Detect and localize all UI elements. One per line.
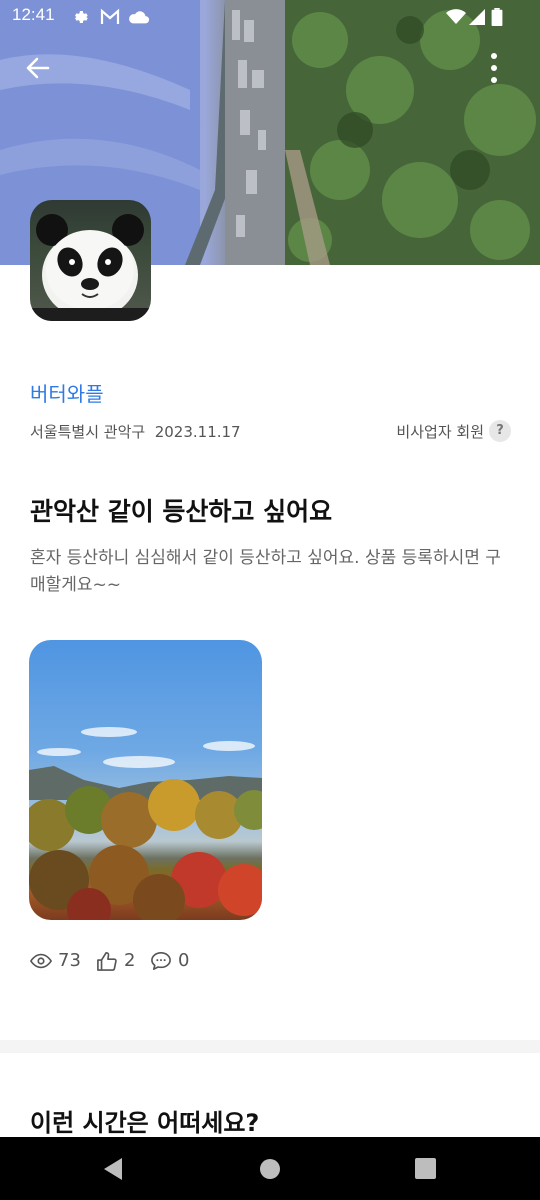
gmail-icon [100,8,120,24]
member-type: 비사업자 회원 [396,423,484,441]
cloud-icon [129,11,150,24]
nav-recents-icon[interactable] [415,1158,436,1179]
author-nickname[interactable]: 버터와플 [30,378,104,407]
views-count: 73 [58,950,81,971]
section-divider [0,1040,540,1053]
status-time: 12:41 [12,5,55,24]
likes-stat[interactable]: 2 [96,950,135,971]
more-vertical-icon [491,53,497,83]
post-body: 혼자 등산하니 심심해서 같이 등산하고 싶어요. 상품 등록하시면 구매할게요… [30,548,501,595]
post-title: 관악산 같이 등산하고 싶어요 [30,497,333,526]
settings-gear-icon [75,11,88,23]
eye-icon [30,953,52,968]
nav-home-icon[interactable] [259,1158,281,1180]
post-photo-art [29,727,262,920]
cell-signal-icon [469,9,485,25]
comments-count: 0 [178,950,190,971]
post-date: 2023.11.17 [154,423,241,441]
system-navigation-bar [0,1137,540,1200]
nav-back-icon[interactable] [102,1157,124,1181]
status-bar: 12:41 [0,0,540,34]
post-location: 서울특별시 관악구 [30,423,146,441]
battery-icon [491,8,503,26]
post-photo[interactable] [29,640,262,920]
profile-avatar[interactable] [30,200,151,321]
arrow-left-icon [26,57,50,79]
help-button[interactable]: ? [489,420,511,442]
likes-count: 2 [124,950,136,971]
back-button[interactable] [18,48,58,88]
panda-avatar-art [30,214,151,321]
recommend-section-title: 이런 시간은 어떠세요? [30,1109,260,1137]
post-meta: 서울특별시 관악구 2023.11.17 [30,421,241,442]
comments-stat[interactable]: 0 [150,950,189,971]
wifi-icon [446,9,466,24]
views-stat: 73 [30,950,81,971]
thumbs-up-icon [97,951,117,971]
comment-bubble-icon [151,951,171,970]
more-options-button[interactable] [478,48,510,88]
